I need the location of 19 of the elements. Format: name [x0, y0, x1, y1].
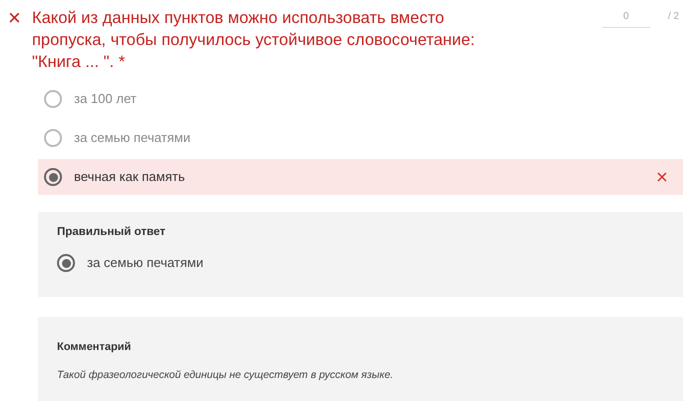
option-label: за семью печатями	[74, 129, 190, 148]
close-icon	[657, 172, 667, 182]
correct-answer-label: за семью печатями	[87, 254, 204, 272]
panel-title: Комментарий	[57, 340, 132, 355]
option-label: вечная как память	[74, 168, 185, 186]
radio-selected[interactable]	[57, 254, 75, 272]
question-text: Какой из данных пунктов можно использовать вместо пропуска, чтобы получилось устойчивое словосочетание: "Книга ... ". *	[32, 8, 476, 73]
radio-button[interactable]	[44, 129, 62, 147]
comment-text: Такой фразеологической единицы не существует в русском языке.	[57, 368, 394, 382]
radio-button[interactable]	[44, 90, 62, 108]
option-row[interactable]: за семью печатями	[38, 120, 683, 156]
wrong-mark: ×	[8, 7, 22, 29]
score-field[interactable]: 0	[602, 9, 650, 28]
option-label: за 100 лет	[74, 90, 136, 108]
panel-title: Правильный ответ	[57, 225, 166, 240]
incorrect-option-row[interactable]: вечная как память	[38, 159, 683, 195]
radio-selected[interactable]	[44, 168, 62, 186]
score-max: / 2	[668, 10, 680, 24]
option-row[interactable]: за 100 лет	[38, 81, 683, 117]
